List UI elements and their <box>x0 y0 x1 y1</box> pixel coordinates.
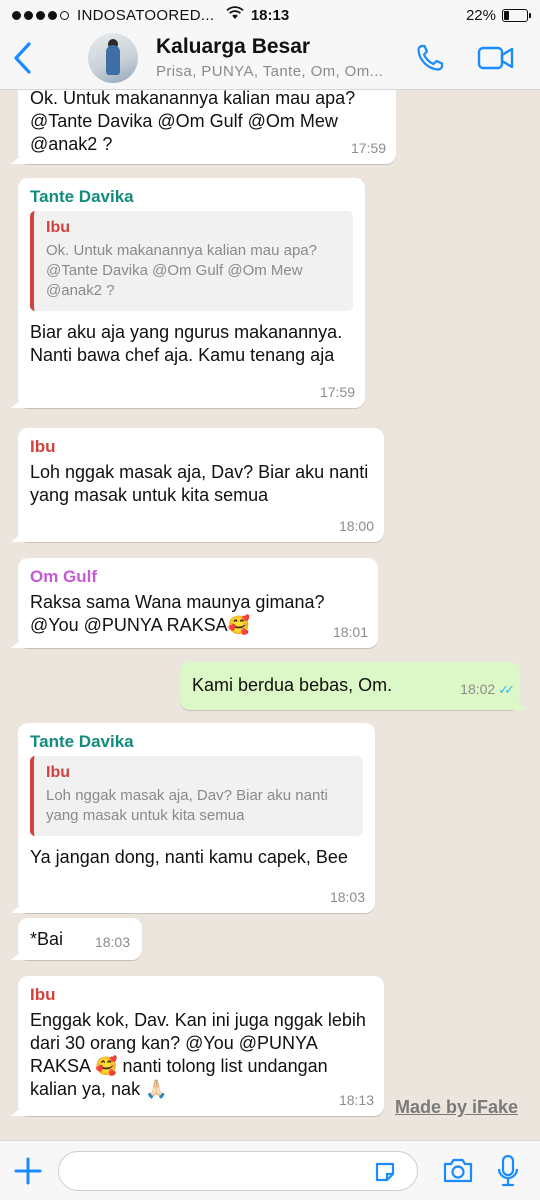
message-time: 18:03 <box>94 934 130 950</box>
message-bubble[interactable]: Om Gulf Raksa sama Wana maunya gimana? @… <box>18 558 378 648</box>
battery-level <box>504 10 509 20</box>
input-bar <box>0 1140 540 1200</box>
message-text: Raksa sama Wana maunya gimana? @You @PUN… <box>30 592 325 635</box>
message-bubble[interactable]: Ibu Enggak kok, Dav. Kan ini juga nggak … <box>18 976 384 1116</box>
quoted-message[interactable]: Ibu Ok. Untuk makanannya kalian mau apa?… <box>30 211 353 311</box>
status-time: 18:13 <box>250 6 290 24</box>
message-sender: Tante Davika <box>30 732 134 751</box>
watermark: Made by iFake <box>394 1097 518 1117</box>
message-time: 18:02 <box>460 681 496 697</box>
message-bubble[interactable]: Tante Davika Ibu Loh nggak masak aja, Da… <box>18 723 375 913</box>
phone-icon[interactable] <box>414 42 446 74</box>
message-sender: Ibu <box>30 985 56 1004</box>
message-text: Ok. Untuk makanannya kalian mau apa? @Ta… <box>30 90 356 154</box>
message-time: 18:00 <box>338 518 374 534</box>
sticker-icon[interactable] <box>373 1160 397 1184</box>
message-text: Loh nggak masak aja, Dav? Biar aku nanti… <box>30 462 369 505</box>
quoted-author: Ibu <box>46 764 70 781</box>
message-text: Enggak kok, Dav. Kan ini juga nggak lebi… <box>30 1010 366 1099</box>
microphone-icon[interactable] <box>497 1154 519 1188</box>
quoted-text: Loh nggak masak aja, Dav? Biar aku nanti… <box>46 787 328 824</box>
message-bubble[interactable]: Tante Davika Ibu Ok. Untuk makanannya ka… <box>18 178 365 408</box>
quoted-message[interactable]: Ibu Loh nggak masak aja, Dav? Biar aku n… <box>30 756 363 836</box>
wifi-icon <box>226 6 244 24</box>
read-ticks-icon: ✓✓ <box>498 682 515 697</box>
message-sender: Tante Davika <box>30 187 134 206</box>
message-time: 18:01 <box>332 624 368 640</box>
message-time: 17:59 <box>350 140 386 156</box>
message-bubble-outgoing[interactable]: Kami berdua bebas, Om. 18:02 ✓✓ <box>180 662 520 710</box>
message-text: Biar aku aja yang ngurus makanannya. Nan… <box>30 322 343 365</box>
camera-icon[interactable] <box>442 1156 474 1184</box>
message-sender: Ibu <box>30 437 56 456</box>
status-bar: INDOSATOORED... 18:13 22% <box>0 0 540 30</box>
signal-strength-icon <box>12 10 69 20</box>
chevron-left-icon[interactable] <box>10 38 36 78</box>
message-time: 18:13 <box>338 1092 374 1108</box>
message-time: 18:03 <box>329 889 365 905</box>
video-camera-icon[interactable] <box>477 44 515 72</box>
chat-members[interactable]: Prisa, PUNYA, Tante, Om, Om... <box>156 63 383 80</box>
quoted-text: Ok. Untuk makanannya kalian mau apa? @Ta… <box>46 242 317 299</box>
message-text: Ya jangan dong, nanti kamu capek, Bee <box>30 847 348 867</box>
message-bubble[interactable]: Ok. Untuk makanannya kalian mau apa? @Ta… <box>18 90 396 164</box>
chat-messages[interactable]: Ok. Untuk makanannya kalian mau apa? @Ta… <box>0 90 540 1140</box>
message-time: 17:59 <box>319 384 355 400</box>
battery-icon <box>502 8 531 22</box>
group-avatar[interactable] <box>88 33 138 83</box>
message-bubble[interactable]: Ibu Loh nggak masak aja, Dav? Biar aku n… <box>18 428 384 542</box>
carrier-name: INDOSATOORED... <box>77 6 215 24</box>
plus-icon[interactable] <box>12 1155 44 1187</box>
chat-title[interactable]: Kaluarga Besar <box>156 35 310 59</box>
message-bubble[interactable]: *Bai 18:03 <box>18 918 142 960</box>
quoted-author: Ibu <box>46 219 70 236</box>
battery-percent: 22% <box>465 6 496 24</box>
chat-header: Kaluarga Besar Prisa, PUNYA, Tante, Om, … <box>0 30 540 90</box>
message-sender: Om Gulf <box>30 567 98 586</box>
message-input[interactable] <box>58 1151 418 1191</box>
